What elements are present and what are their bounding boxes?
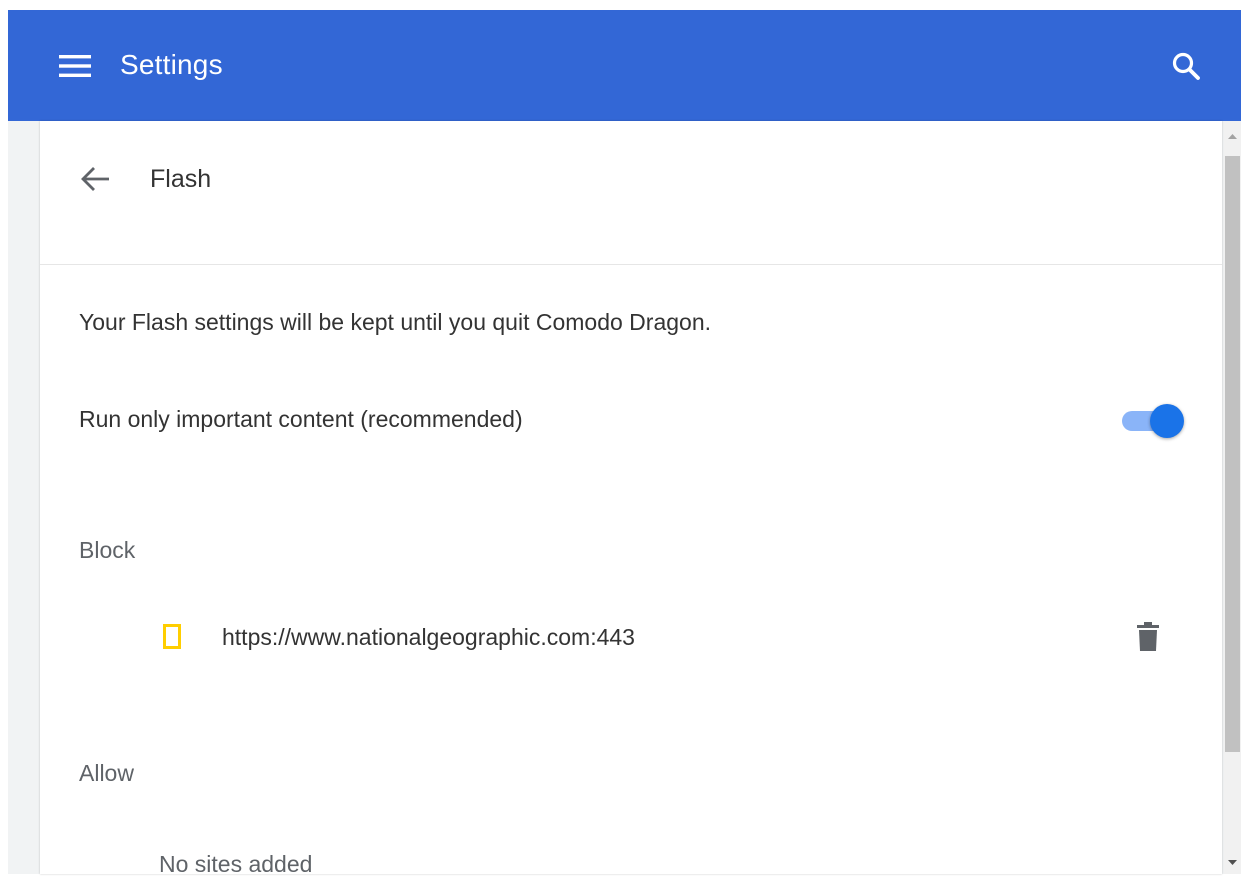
important-content-label: Run only important content (recommended): [79, 406, 523, 432]
site-url[interactable]: https://www.nationalgeographic.com:443: [222, 622, 635, 652]
arrow-back-icon[interactable]: [78, 161, 114, 197]
search-icon[interactable]: [1168, 48, 1204, 84]
toolbar-title: Settings: [120, 49, 223, 80]
hamburger-menu-icon[interactable]: [58, 50, 92, 82]
subpage-header: Flash: [40, 121, 1222, 265]
scroll-up-arrow-icon[interactable]: [1224, 129, 1241, 143]
national-geographic-favicon-icon: [163, 624, 181, 649]
trash-icon[interactable]: [1130, 619, 1166, 655]
flash-settings-card: Flash Your Flash settings will be kept u…: [40, 121, 1222, 877]
allow-section-heading: Allow: [79, 760, 134, 786]
no-sites-text: No sites added: [159, 851, 313, 877]
important-content-toggle[interactable]: [1122, 403, 1186, 439]
settings-content: Flash Your Flash settings will be kept u…: [8, 121, 1241, 877]
blocked-site-row[interactable]: https://www.nationalgeographic.com:443: [140, 607, 1200, 667]
settings-window: Settings Flash Your Flash settings will …: [8, 10, 1241, 877]
flash-session-info: Your Flash settings will be kept until y…: [79, 309, 711, 335]
toggle-knob: [1150, 404, 1184, 438]
scrollbar-thumb[interactable]: [1225, 156, 1240, 752]
page-title: Flash: [150, 165, 212, 193]
scroll-down-arrow-icon[interactable]: [1224, 856, 1241, 870]
block-section-heading: Block: [79, 537, 136, 563]
settings-toolbar: Settings: [8, 10, 1241, 121]
vertical-scrollbar[interactable]: [1224, 121, 1241, 874]
